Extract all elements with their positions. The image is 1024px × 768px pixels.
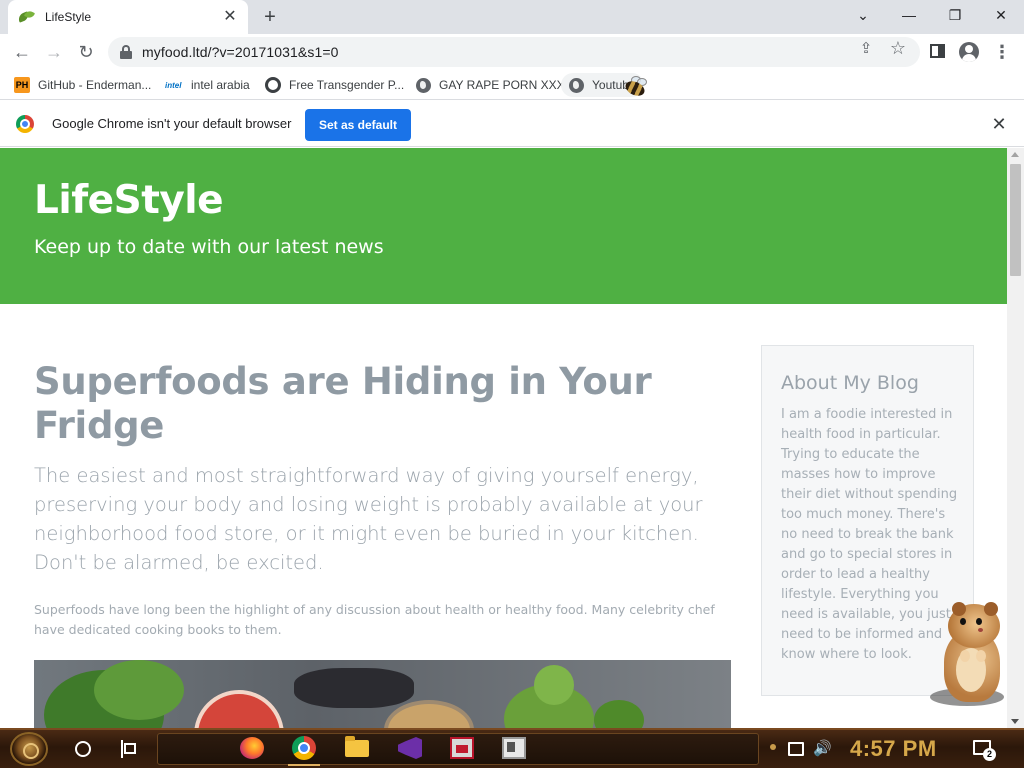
bookmark-label: Free Transgender P... [289,78,405,92]
back-button[interactable]: ← [9,39,35,65]
article-body: Superfoods have long been the highlight … [34,602,715,637]
site-title: LifeStyle [34,178,224,223]
share-icon[interactable]: ⇪ [856,39,876,59]
notification-count-badge: 2 [983,748,996,761]
set-as-default-button[interactable]: Set as default [305,109,411,141]
bookmark-label: intel arabia [191,78,250,92]
profile-avatar[interactable] [959,42,979,62]
tab-lifestyle[interactable]: LifeStyle ✕ [8,0,248,34]
window-app-icon[interactable] [502,737,526,759]
address-bar[interactable]: myfood.ltd/?v=20171031&s1=0 [108,37,920,67]
gear-icon [265,77,281,93]
chrome-icon[interactable] [292,736,316,760]
infobar-close-icon[interactable]: ✕ [990,114,1008,135]
chrome-active-indicator [288,764,320,766]
about-blog-title: About My Blog [781,372,919,394]
bookmark-free-transgender[interactable]: Free Transgender P... [265,76,404,94]
lock-icon[interactable] [120,45,132,59]
article-title: Superfoods are Hiding in Your Fridge [34,360,652,447]
site-header: LifeStyle Keep up to date with our lates… [0,148,1007,304]
intel-icon: intel [165,80,182,90]
tab-close-icon[interactable]: ✕ [222,9,238,25]
bookmark-label: GAY RAPE PORN XXX [439,78,565,92]
ph-icon: PH [14,77,30,93]
scroll-up-arrow-icon[interactable] [1011,152,1019,157]
network-icon[interactable] [788,742,804,756]
tab-strip: LifeStyle ✕ + ⌄ — ❐ ✕ [0,0,1024,34]
red-app-icon[interactable] [450,737,474,759]
article-lead: The easiest and most straightforward way… [34,464,703,574]
chrome-logo-icon [16,115,34,133]
minimize-button[interactable]: — [886,0,932,30]
bookmark-star-icon[interactable]: ☆ [888,38,908,58]
scroll-down-arrow-icon[interactable] [1011,719,1019,724]
globe-icon [569,77,584,93]
forward-button[interactable]: → [41,39,67,65]
start-button[interactable] [10,732,48,766]
infobar-message: Google Chrome isn't your default browser [52,116,292,131]
site-tagline: Keep up to date with our latest news [34,236,384,258]
taskbar-clock[interactable]: 4:57 PM [850,736,937,762]
bookmark-label: GitHub - Enderman... [38,78,152,92]
scroll-thumb[interactable] [1010,164,1021,276]
superfoods-image [34,660,731,728]
tab-title: LifeStyle [45,10,92,24]
bookmarks-bar: PH GitHub - Enderman... intel intel arab… [0,70,1024,100]
address-url[interactable]: myfood.ltd/?v=20171031&s1=0 [142,44,339,60]
browser-toolbar: ← → ↻ myfood.ltd/?v=20171031&s1=0 ⇪ ☆ ⋮ [0,34,1024,70]
globe-icon [416,77,431,93]
bookmark-github[interactable]: PH GitHub - Enderman... [14,76,151,94]
default-browser-infobar: Google Chrome isn't your default browser… [0,101,1024,147]
tray-divider [770,744,776,750]
search-circle-icon[interactable] [75,741,91,757]
new-tab-button[interactable]: + [258,6,282,28]
leaf-favicon-icon [16,9,36,24]
side-panel-icon[interactable] [930,44,945,58]
volume-icon[interactable]: 🔊 [813,739,832,757]
task-view-icon[interactable] [121,740,139,758]
page-viewport: LifeStyle Keep up to date with our lates… [0,148,1007,728]
bookmark-intel-arabia[interactable]: intel intel arabia [165,76,250,94]
restore-button[interactable]: ❐ [932,0,978,30]
hamster-desktop-pet[interactable] [930,600,1010,712]
bee-cursor-icon [617,74,651,102]
bookmark-gay-rape-porn[interactable]: GAY RAPE PORN XXX [416,76,565,94]
reload-button[interactable]: ↻ [73,39,99,65]
firefox-icon[interactable] [240,737,264,759]
file-explorer-icon[interactable] [345,736,369,757]
chrome-menu-icon[interactable]: ⋮ [991,41,1013,63]
taskbar: 🔊 4:57 PM 2 [0,728,1024,768]
tab-search-dropdown-icon[interactable]: ⌄ [840,0,886,30]
close-window-button[interactable]: ✕ [978,0,1024,30]
